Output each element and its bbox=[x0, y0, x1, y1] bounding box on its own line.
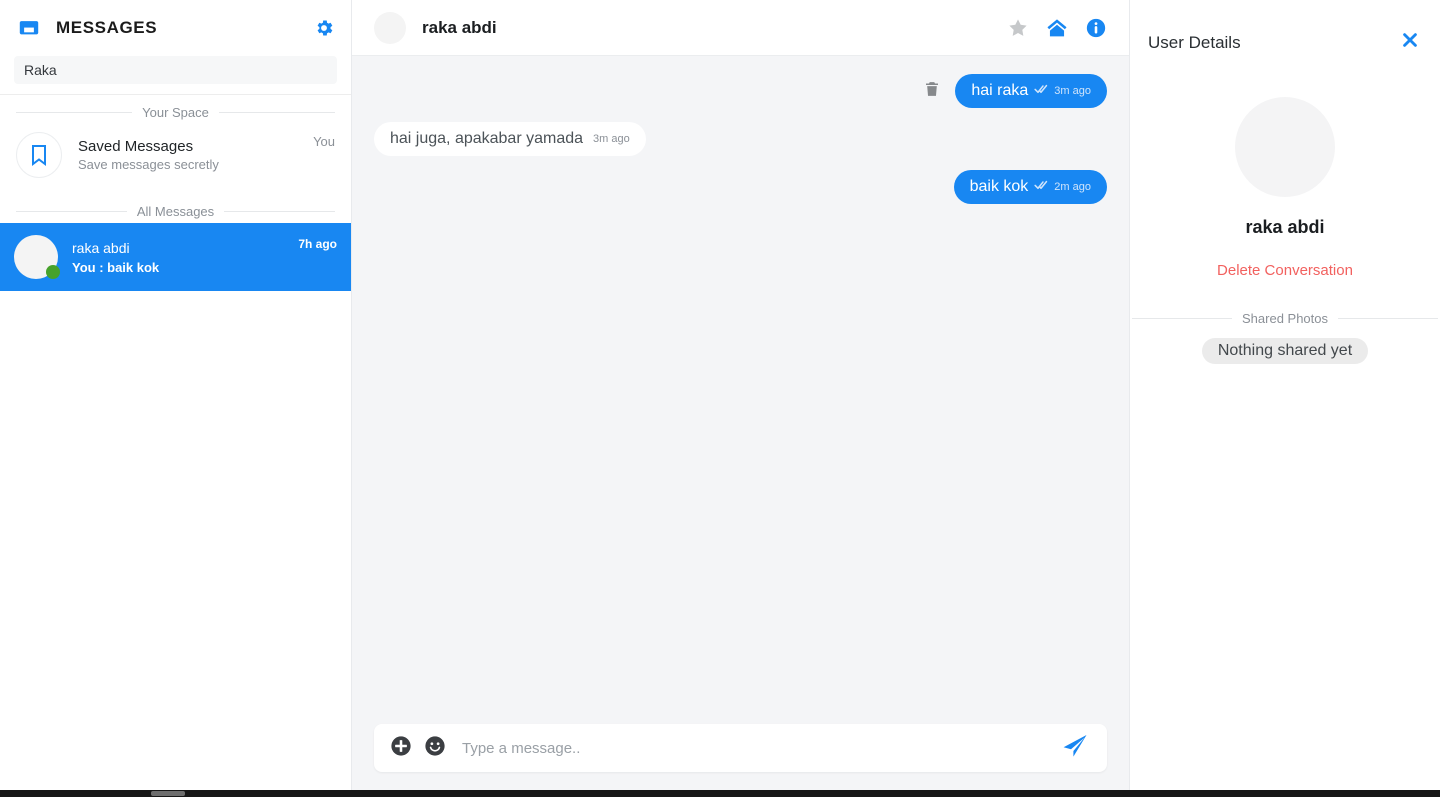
section-your-space-label: Your Space bbox=[142, 105, 209, 120]
composer-container bbox=[352, 714, 1129, 790]
info-icon[interactable] bbox=[1085, 17, 1107, 39]
saved-messages-title: Saved Messages bbox=[78, 137, 194, 155]
scrollbar-thumb[interactable] bbox=[151, 791, 185, 796]
message-list: hai raka 3m ago hai juga, apakabar yamad… bbox=[352, 56, 1129, 714]
user-details-name: raka abdi bbox=[1245, 217, 1325, 237]
message-timestamp: 2m ago bbox=[1054, 181, 1091, 193]
shared-photos-label: Shared Photos bbox=[1242, 311, 1329, 326]
conversation-name: raka abdi bbox=[72, 239, 130, 256]
chat-header: raka abdi bbox=[352, 0, 1129, 56]
message-bubble[interactable]: hai raka 3m ago bbox=[955, 74, 1107, 108]
chat-panel: raka abdi hai raka 3m ago hai juga, apak… bbox=[352, 0, 1130, 790]
divider-line-left bbox=[16, 112, 133, 113]
gear-icon[interactable] bbox=[313, 17, 335, 39]
read-receipt-icon bbox=[1034, 178, 1048, 196]
chat-contact-name: raka abdi bbox=[422, 17, 497, 37]
message-text: hai juga, apakabar yamada bbox=[390, 130, 584, 147]
read-receipt-icon bbox=[1034, 82, 1048, 100]
divider-line-left bbox=[16, 211, 127, 212]
smiley-icon[interactable] bbox=[424, 735, 446, 762]
home-icon[interactable] bbox=[1045, 17, 1069, 39]
section-your-space: Your Space bbox=[0, 95, 351, 124]
saved-messages-texts: Saved Messages Save messages secretly bbox=[78, 137, 297, 174]
user-details-body: raka abdi Delete Conversation Shared Pho… bbox=[1130, 55, 1440, 364]
messaging-app: MESSAGES Your Space Saved Message bbox=[0, 0, 1440, 790]
user-details-header: User Details bbox=[1130, 0, 1440, 55]
message-row: hai juga, apakabar yamada 3m ago bbox=[374, 122, 1107, 156]
avatar bbox=[14, 235, 60, 279]
user-avatar bbox=[1235, 97, 1335, 197]
search-container bbox=[0, 56, 351, 94]
saved-messages-meta: You bbox=[313, 134, 335, 149]
conversation-list-item[interactable]: raka abdi You : baik kok 7h ago bbox=[0, 223, 351, 291]
online-status-dot bbox=[46, 265, 60, 279]
user-details-title: User Details bbox=[1148, 32, 1241, 52]
delete-conversation-button[interactable]: Delete Conversation bbox=[1217, 262, 1353, 279]
sidebar-header: MESSAGES bbox=[0, 0, 351, 56]
inbox-icon bbox=[16, 15, 42, 41]
message-timestamp: 3m ago bbox=[1054, 85, 1091, 97]
divider-line-right bbox=[218, 112, 335, 113]
star-icon[interactable] bbox=[1007, 17, 1029, 39]
trash-icon[interactable] bbox=[923, 79, 941, 104]
bookmark-icon bbox=[16, 132, 62, 178]
contact-avatar bbox=[374, 11, 406, 44]
message-bubble[interactable]: hai juga, apakabar yamada 3m ago bbox=[374, 122, 646, 156]
saved-messages-subtitle: Save messages secretly bbox=[78, 156, 219, 172]
message-row: baik kok 2m ago bbox=[374, 170, 1107, 204]
shared-photos-empty-state: Nothing shared yet bbox=[1201, 338, 1369, 364]
message-bubble[interactable]: baik kok 2m ago bbox=[953, 170, 1107, 204]
plus-circle-icon[interactable] bbox=[390, 735, 412, 762]
message-timestamp: 3m ago bbox=[593, 133, 630, 145]
divider-line-right bbox=[1338, 318, 1439, 319]
conversation-preview: You : baik kok bbox=[72, 259, 160, 275]
message-text: hai raka bbox=[971, 82, 1029, 99]
close-icon[interactable] bbox=[1400, 30, 1420, 55]
message-row: hai raka 3m ago bbox=[374, 74, 1107, 108]
horizontal-scrollbar[interactable] bbox=[0, 790, 1440, 797]
send-icon[interactable] bbox=[1061, 733, 1089, 764]
message-composer bbox=[374, 724, 1107, 772]
sidebar-item-saved-messages[interactable]: Saved Messages Save messages secretly Yo… bbox=[0, 124, 351, 194]
chat-header-actions bbox=[1007, 17, 1107, 39]
message-text: baik kok bbox=[969, 178, 1029, 195]
shared-photos-section-label: Shared Photos bbox=[1130, 311, 1440, 326]
app-title: MESSAGES bbox=[56, 18, 158, 37]
conversation-timestamp: 7h ago bbox=[298, 237, 337, 251]
sidebar: MESSAGES Your Space Saved Message bbox=[0, 0, 352, 790]
search-input[interactable] bbox=[14, 56, 337, 84]
message-input[interactable] bbox=[458, 739, 1049, 757]
section-all-messages-label: All Messages bbox=[136, 204, 215, 219]
conversation-text: raka abdi You : baik kok bbox=[72, 238, 284, 277]
divider-line-left bbox=[1132, 318, 1232, 319]
user-details-panel: User Details raka abdi Delete Conversati… bbox=[1130, 0, 1440, 790]
divider-line-right bbox=[224, 211, 335, 212]
section-all-messages: All Messages bbox=[0, 194, 351, 223]
